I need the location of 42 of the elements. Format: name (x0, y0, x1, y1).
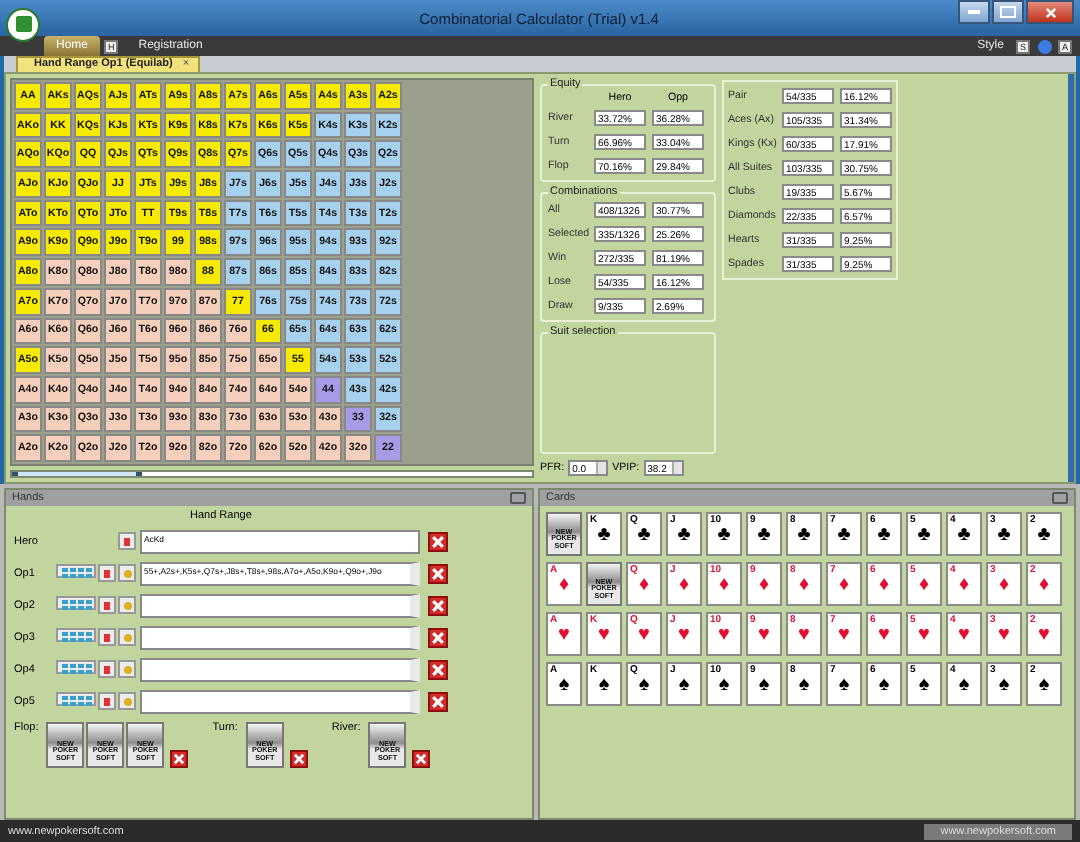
clear-button[interactable] (428, 659, 448, 679)
chips-icon[interactable] (118, 628, 136, 646)
chips-icon[interactable] (118, 564, 136, 582)
range-input[interactable] (140, 689, 420, 713)
minimize-button[interactable] (958, 0, 990, 24)
close-icon (1043, 5, 1057, 19)
range-grid-icon[interactable] (56, 564, 96, 578)
range-grid-icon[interactable] (56, 692, 96, 706)
pin-icon[interactable] (510, 492, 526, 504)
scrollbar[interactable] (1068, 74, 1074, 482)
close-icon (291, 752, 306, 766)
range-slider[interactable] (10, 469, 534, 478)
range-grid-icon[interactable] (56, 628, 96, 642)
clear-button[interactable] (428, 691, 448, 711)
clear-button[interactable] (412, 750, 431, 768)
close-icon (430, 533, 446, 549)
close-icon (430, 693, 446, 709)
close-icon (414, 752, 429, 766)
chips-icon[interactable] (118, 596, 136, 614)
clear-button[interactable] (428, 563, 448, 583)
range-grid-icon[interactable] (56, 660, 96, 674)
range-grid-icon[interactable] (56, 596, 96, 610)
app-icon[interactable] (6, 7, 40, 41)
chips-icon[interactable] (118, 692, 136, 710)
clear-button[interactable] (428, 627, 448, 647)
clear-button[interactable] (289, 750, 308, 768)
clear-button[interactable] (428, 531, 448, 551)
range-input[interactable] (140, 625, 420, 649)
close-button[interactable] (1026, 0, 1074, 24)
close-icon (430, 565, 446, 581)
help-icon[interactable] (1037, 40, 1052, 54)
maximize-button[interactable] (992, 0, 1024, 24)
range-input[interactable] (140, 657, 420, 681)
close-icon (430, 661, 446, 677)
close-icon (172, 752, 187, 766)
clear-button[interactable] (428, 595, 448, 615)
range-input[interactable] (140, 593, 420, 617)
pin-icon[interactable] (1052, 492, 1068, 504)
close-icon (430, 597, 446, 613)
chips-icon[interactable] (118, 660, 136, 678)
clear-button[interactable] (170, 750, 189, 768)
close-icon (430, 629, 446, 645)
